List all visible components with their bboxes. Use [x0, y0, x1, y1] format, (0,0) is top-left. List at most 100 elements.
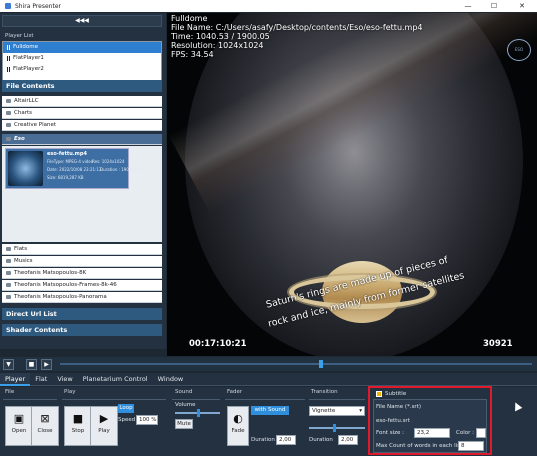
transition-type-select[interactable]: Vignette ▾ [309, 406, 365, 416]
volume-slider[interactable] [175, 409, 220, 417]
player-item-flatplayer2[interactable]: FlatPlayer2 [3, 64, 161, 75]
category-creative-planet[interactable]: Creative Planet [2, 120, 162, 131]
play-button[interactable]: ▶ [41, 359, 52, 370]
fade-button[interactable]: ◐ Fade [227, 406, 249, 446]
stop-label: Stop [71, 428, 85, 434]
player-item-flatplayer1[interactable]: FlatPlayer1 [3, 53, 161, 64]
category-eso[interactable]: Eso [2, 134, 162, 145]
open-button[interactable]: ▣ Open [5, 406, 33, 446]
transition-duration-input[interactable]: 2,00 [338, 435, 358, 445]
info-fps: FPS: 34.54 [171, 50, 214, 59]
subtitle-settings: File Name (*.srt) eso-fettu.srt Font siz… [373, 399, 487, 453]
chevron-down-icon: ▾ [359, 408, 362, 414]
category-theofanis-frames[interactable]: Theofanis Matsopoulos-Frames-8k-46 [2, 280, 162, 291]
category-label: Flats [14, 246, 28, 252]
category-theofanis-panorama[interactable]: Theofanis Matsopoulos-Panorama [2, 292, 162, 303]
tab-flat[interactable]: Flat [30, 373, 52, 386]
transition-slider[interactable] [309, 424, 365, 432]
category-label: Theofanis Matsopoulos-Frames-8k-46 [14, 282, 117, 288]
fader-duration-input[interactable]: 2,00 [276, 435, 296, 445]
stop-button[interactable]: ■ [26, 359, 37, 370]
player-item-label: Fulldome [13, 44, 39, 50]
eso-logo: ESO [507, 39, 531, 61]
stop-big-button[interactable]: ■ Stop [64, 406, 92, 446]
file-resolution: Res: 1024x1024 [92, 159, 125, 164]
mute-button[interactable]: Mute [175, 419, 193, 429]
subtitle-panel: Subtitle File Name (*.srt) eso-fettu.srt… [368, 386, 492, 455]
play-big-button[interactable]: ▶ Play [90, 406, 118, 446]
category-charts[interactable]: Charts [2, 108, 162, 119]
group-divider [309, 399, 365, 400]
category-musics[interactable]: Musics [2, 256, 162, 267]
close-window-button[interactable]: ✕ [510, 0, 534, 12]
seek-handle[interactable] [318, 360, 323, 368]
maximize-button[interactable]: ☐ [482, 0, 506, 12]
transition-group-label: Transition [311, 389, 338, 395]
play-icon: ▶ [99, 412, 109, 425]
app-icon [5, 3, 11, 9]
info-player: Fulldome [171, 14, 208, 23]
max-words-input[interactable]: 8 [458, 441, 484, 451]
subtitle-file-name[interactable]: eso-fettu.srt [376, 418, 410, 424]
file-thumbnail [8, 151, 43, 186]
transition-handle[interactable] [333, 424, 337, 432]
fader-group-label: Fader [227, 389, 243, 395]
close-label: Close [37, 428, 53, 434]
player-item-fulldome[interactable]: Fulldome [3, 42, 161, 53]
file-name: eso-fettu.mp4 [47, 151, 87, 157]
minimize-button[interactable]: — [456, 0, 480, 12]
seek-bar[interactable] [60, 360, 532, 368]
video-preview[interactable]: ESO Fulldome File Name: C:/Users/asafy/D… [167, 13, 537, 356]
close-file-icon: ⊠ [40, 412, 50, 425]
speed-label: Speed [118, 417, 136, 423]
file-group-label: File [5, 389, 15, 395]
group-divider [3, 399, 57, 400]
group-divider [225, 399, 305, 400]
volume-handle[interactable] [196, 409, 200, 417]
category-label: Eso [14, 136, 25, 142]
tab-view[interactable]: View [52, 373, 77, 386]
color-label: Color : [456, 430, 474, 436]
player-item-label: FlatPlayer1 [13, 55, 44, 61]
player-list-label: Player List [5, 33, 34, 39]
open-label: Open [11, 428, 27, 434]
direct-url-list-header[interactable]: Direct Url List [2, 308, 162, 320]
pause-icon [7, 56, 10, 61]
speed-input[interactable]: 100 % [136, 415, 158, 425]
font-size-input[interactable]: 23,2 [414, 428, 450, 438]
pause-icon [7, 45, 10, 50]
with-sound-toggle[interactable]: with Sound [251, 406, 289, 415]
collapse-panel-button[interactable]: ◀◀◀ [2, 15, 162, 27]
file-item-eso-fettu[interactable]: eso-fettu.mp4 FileType: MPEG-4 video Res… [5, 148, 144, 189]
file-type: FileType: MPEG-4 video [47, 159, 94, 164]
category-label: AltairLLC [14, 98, 39, 104]
subtitle-checkbox[interactable] [376, 391, 382, 397]
category-label: Creative Planet [14, 122, 57, 128]
collapse-controls-button[interactable]: ▼ [3, 359, 14, 370]
title-bar: Shira Presenter — ☐ ✕ [0, 0, 537, 12]
folder-icon [6, 283, 11, 287]
category-theofanis-8k[interactable]: Theofanis Matsopoulos-8K [2, 268, 162, 279]
transport-bar: ▼ ■ ▶ [0, 357, 537, 371]
color-swatch[interactable] [476, 428, 486, 438]
folder-icon [6, 259, 11, 263]
category-flats[interactable]: Flats [2, 244, 162, 255]
shader-contents-header[interactable]: Shader Contents [2, 324, 162, 336]
info-time: Time: 1040.53 / 1900.05 [171, 32, 270, 41]
file-contents-header[interactable]: File Contents [2, 80, 162, 92]
tab-planetarium-control[interactable]: Planetarium Control [78, 373, 153, 386]
transition-duration-label: Duration [309, 437, 333, 443]
category-label: Theofanis Matsopoulos-Panorama [14, 294, 107, 300]
category-altairllc[interactable]: AltairLLC [2, 96, 162, 107]
category-label: Theofanis Matsopoulos-8K [14, 270, 87, 276]
fade-label: Fade [231, 428, 245, 434]
loop-toggle[interactable]: Loop [118, 404, 134, 413]
file-date: Date: 2022/10/08 23:21:13 [47, 167, 102, 172]
group-divider [172, 399, 220, 400]
folder-open-icon: ▣ [13, 412, 25, 425]
tab-player[interactable]: Player [0, 373, 31, 386]
folder-icon [6, 247, 11, 251]
left-panel: ◀◀◀ Player List Fulldome FlatPlayer1 Fla… [0, 13, 166, 349]
close-file-button[interactable]: ⊠ Close [31, 406, 59, 446]
tab-window[interactable]: Window [153, 373, 189, 386]
